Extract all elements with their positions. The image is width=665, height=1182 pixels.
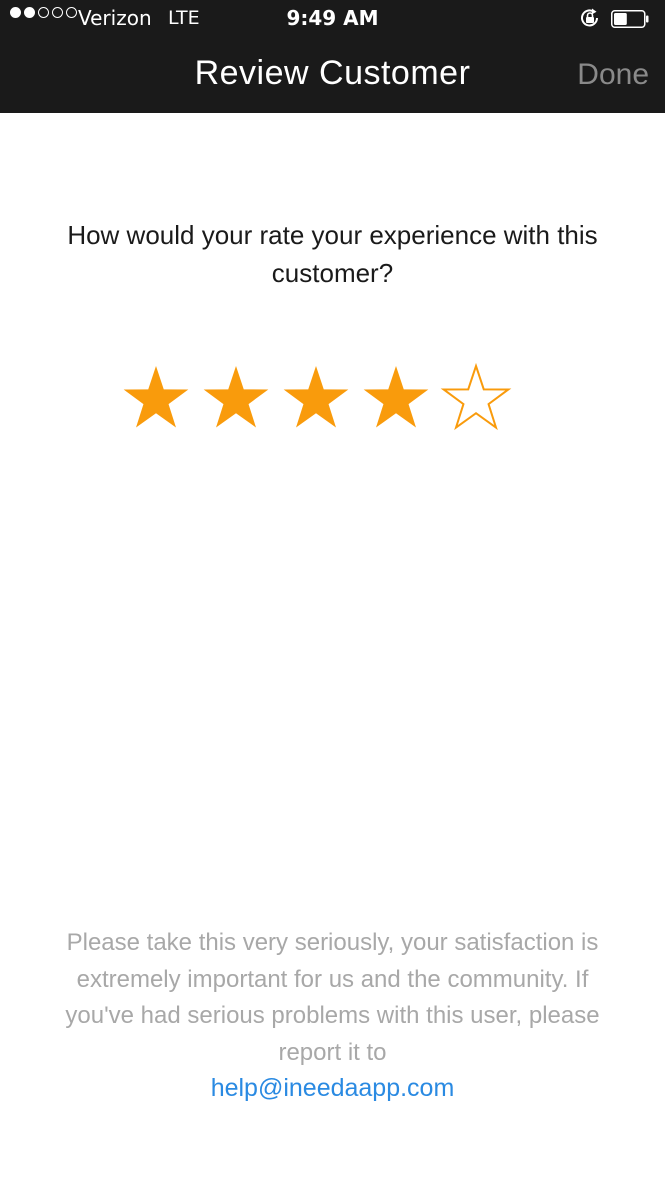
star-filled-icon[interactable] [120,362,192,434]
orientation-lock-icon [578,6,602,30]
star-empty-icon[interactable] [440,362,512,434]
battery-icon [611,9,649,28]
status-bar: Verizon LTE 9:49 AM [0,0,665,36]
footer-note: Please take this very seriously, your sa… [65,929,600,1066]
star-rating [120,362,520,434]
battery-level-fill [614,13,627,25]
top-bar: Verizon LTE 9:49 AM Review Customer Done [0,0,665,113]
help-email-link[interactable]: help@ineedaapp.com [0,1070,665,1106]
status-time: 9:49 AM [286,6,379,30]
rating-question: How would your rate your experience with… [67,220,598,288]
star-filled-icon[interactable] [200,362,272,434]
page-title: Review Customer [194,54,471,92]
done-button[interactable]: Done [577,54,649,96]
star-filled-icon[interactable] [280,362,352,434]
star-filled-icon[interactable] [360,362,432,434]
